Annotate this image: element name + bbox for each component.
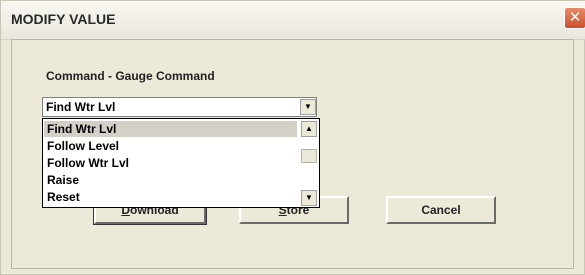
dropdown-item-follow-wtr-lvl[interactable]: Follow Wtr Lvl [44, 155, 297, 171]
cancel-label: Cancel [421, 203, 461, 217]
window-title: MODIFY VALUE [11, 11, 116, 27]
title-bar[interactable]: MODIFY VALUE ✕ [1, 1, 585, 40]
dropdown-item-reset[interactable]: Reset [44, 189, 297, 205]
combobox-dropdown-button[interactable]: ▼ [300, 99, 316, 115]
chevron-up-icon: ▲ [305, 124, 313, 133]
modify-value-dialog: MODIFY VALUE ✕ Command - Gauge Command F… [0, 0, 585, 275]
command-label: Command - Gauge Command [46, 69, 215, 83]
scroll-thumb[interactable] [301, 149, 317, 163]
close-button[interactable]: ✕ [564, 7, 585, 29]
cancel-button[interactable]: Cancel [386, 196, 496, 224]
dropdown-scrollbar[interactable]: ▲ ▼ [299, 119, 319, 207]
command-combobox[interactable]: Find Wtr Lvl ▼ [42, 97, 317, 117]
dropdown-item-raise[interactable]: Raise [44, 172, 297, 188]
command-dropdown-list[interactable]: Find Wtr Lvl Follow Level Follow Wtr Lvl… [42, 118, 320, 208]
combobox-value: Find Wtr Lvl [46, 100, 116, 114]
scroll-up-button[interactable]: ▲ [301, 121, 317, 137]
close-icon: ✕ [568, 8, 582, 26]
dropdown-item-follow-level[interactable]: Follow Level [44, 138, 297, 154]
chevron-down-icon: ▼ [304, 102, 312, 111]
chevron-down-icon: ▼ [305, 193, 313, 202]
dropdown-item-find-wtr-lvl[interactable]: Find Wtr Lvl [44, 121, 297, 137]
scroll-down-button[interactable]: ▼ [301, 190, 317, 206]
